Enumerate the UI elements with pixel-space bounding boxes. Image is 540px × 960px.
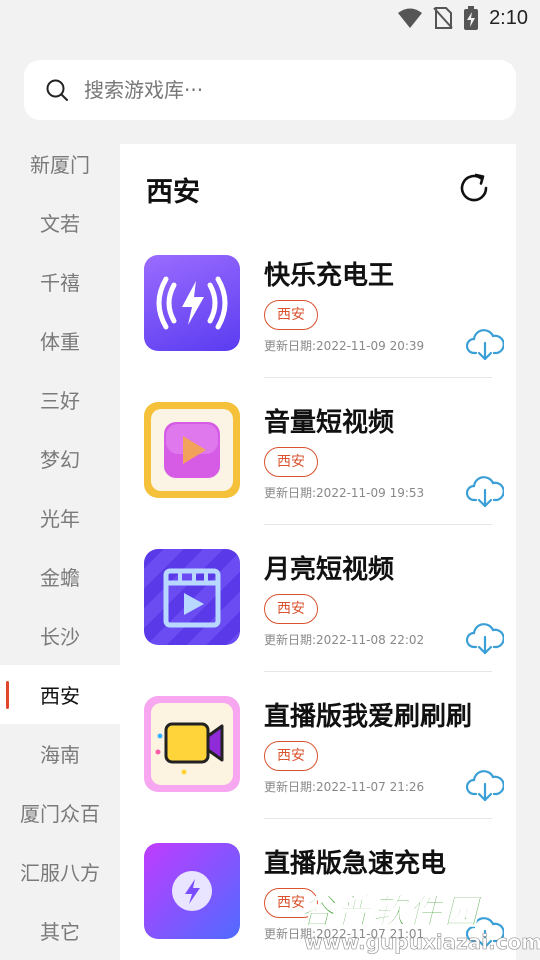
sidebar-item-qianxi[interactable]: 千禧 [0, 252, 120, 311]
sidebar-item-label: 新厦门 [30, 153, 90, 177]
region-tag: 西安 [264, 447, 318, 477]
cloud-download-icon[interactable] [466, 475, 504, 509]
cloud-download-icon[interactable] [466, 769, 504, 803]
search-bar[interactable] [24, 60, 516, 120]
category-sidebar: 新厦门 文若 千禧 体重 三好 梦幻 光年 金蟾 长沙 西安 海南 厦门众百 汇… [0, 134, 120, 960]
update-date: 更新日期:2022-11-09 20:39 [264, 339, 425, 353]
lightning-icon [144, 843, 240, 939]
sidebar-item-xinxiamen[interactable]: 新厦门 [0, 134, 120, 193]
video-play-icon [144, 402, 240, 498]
sidebar-item-menghuan[interactable]: 梦幻 [0, 429, 120, 488]
status-bar: 2:10 [0, 0, 540, 40]
sidebar-item-qita[interactable]: 其它 [0, 901, 120, 960]
cloud-download-icon[interactable] [466, 916, 504, 950]
sidebar-item-xian[interactable]: 西安 [0, 665, 120, 724]
refresh-icon[interactable] [457, 171, 491, 205]
sidebar-item-changsha[interactable]: 长沙 [0, 606, 120, 665]
film-clapper-icon [144, 549, 240, 645]
sidebar-item-label: 西安 [40, 684, 80, 708]
divider [264, 818, 492, 819]
app-name: 直播版我爱刷刷刷 [264, 702, 473, 732]
region-tag: 西安 [264, 888, 318, 918]
app-name: 音量短视频 [264, 408, 395, 438]
sidebar-item-label: 厦门众百 [20, 802, 100, 826]
app-name: 月亮短视频 [264, 555, 395, 585]
divider [264, 377, 492, 378]
region-tag: 西安 [264, 300, 318, 330]
app-list-item[interactable]: 直播版我爱刷刷刷 西安 更新日期:2022-11-07 21:26 [120, 696, 516, 842]
sidebar-item-label: 光年 [40, 507, 80, 531]
divider [264, 671, 492, 672]
sidebar-item-label: 三好 [40, 389, 80, 413]
no-sim-icon [433, 7, 453, 29]
region-tag: 西安 [264, 594, 318, 624]
search-input[interactable] [84, 78, 464, 102]
app-name: 快乐充电王 [264, 261, 395, 291]
wifi-icon [398, 8, 423, 28]
divider [264, 524, 492, 525]
app-list-item[interactable]: 快乐充电王 西安 更新日期:2022-11-09 20:39 [120, 255, 516, 401]
clock: 2:10 [489, 6, 528, 29]
sidebar-item-huifu-bafang[interactable]: 汇服八方 [0, 842, 120, 901]
sidebar-item-label: 汇服八方 [20, 861, 100, 885]
sidebar-item-label: 千禧 [40, 271, 80, 295]
app-name: 直播版急速充电 [264, 849, 447, 879]
active-indicator [6, 681, 9, 709]
app-list-item[interactable]: 音量短视频 西安 更新日期:2022-11-09 19:53 [120, 402, 516, 548]
sidebar-item-label: 长沙 [40, 625, 80, 649]
sidebar-item-jinchan[interactable]: 金蟾 [0, 547, 120, 606]
sidebar-item-guangnian[interactable]: 光年 [0, 488, 120, 547]
sidebar-item-label: 梦幻 [40, 448, 80, 472]
sidebar-item-sanhao[interactable]: 三好 [0, 370, 120, 429]
sidebar-item-hainan[interactable]: 海南 [0, 724, 120, 783]
app-list-item[interactable]: 直播版急速充电 西安 更新日期:2022-11-07 21:01 [120, 843, 516, 960]
sidebar-item-label: 金蟾 [40, 566, 80, 590]
sidebar-item-label: 海南 [40, 743, 80, 767]
video-camera-icon [144, 696, 240, 792]
region-tag: 西安 [264, 741, 318, 771]
update-date: 更新日期:2022-11-07 21:01 [264, 927, 425, 941]
update-date: 更新日期:2022-11-09 19:53 [264, 486, 425, 500]
status-icons: 2:10 [397, 6, 528, 30]
sidebar-item-tizhong[interactable]: 体重 [0, 311, 120, 370]
charging-wave-icon [144, 255, 240, 351]
sidebar-item-label: 体重 [40, 330, 80, 354]
app-list-panel: 西安 快乐充电王 西安 更新日期:2022-11-09 20:39 音量短视频 … [120, 144, 516, 960]
update-date: 更新日期:2022-11-08 22:02 [264, 633, 425, 647]
panel-title: 西安 [146, 177, 200, 208]
search-icon [44, 77, 70, 103]
app-list-item[interactable]: 月亮短视频 西安 更新日期:2022-11-08 22:02 [120, 549, 516, 695]
battery-charging-icon [464, 6, 479, 30]
sidebar-item-label: 文若 [40, 212, 80, 236]
cloud-download-icon[interactable] [466, 622, 504, 656]
update-date: 更新日期:2022-11-07 21:26 [264, 780, 425, 794]
cloud-download-icon[interactable] [466, 328, 504, 362]
sidebar-item-label: 其它 [40, 920, 80, 944]
sidebar-item-xiamen-zhongbai[interactable]: 厦门众百 [0, 783, 120, 842]
sidebar-item-wenruo[interactable]: 文若 [0, 193, 120, 252]
